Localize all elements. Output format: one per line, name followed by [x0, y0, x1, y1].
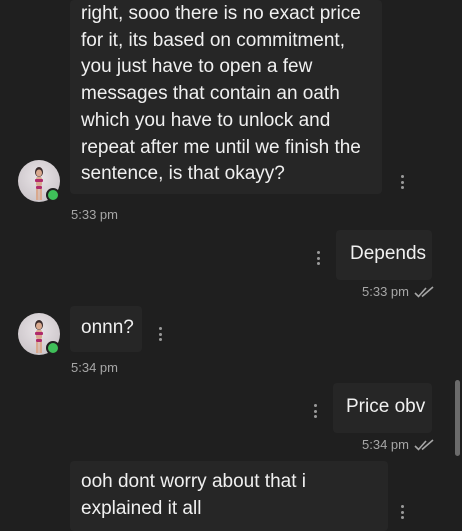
scrollbar[interactable] — [455, 380, 460, 456]
incoming-message-bubble[interactable]: right, sooo there is no exact price for … — [70, 0, 382, 194]
online-status-indicator — [46, 188, 60, 202]
message-options-icon[interactable] — [316, 251, 320, 265]
double-check-icon — [414, 438, 434, 451]
message-options-icon[interactable] — [158, 327, 162, 341]
message-options-icon[interactable] — [400, 175, 404, 189]
timestamp-text: 5:34 pm — [362, 437, 409, 452]
message-options-icon[interactable] — [400, 505, 404, 519]
online-status-indicator — [46, 341, 60, 355]
message-timestamp: 5:34 pm — [362, 437, 435, 452]
timestamp-text: 5:33 pm — [362, 284, 409, 299]
timestamp-text: 5:34 pm — [71, 360, 118, 375]
double-check-icon — [414, 285, 434, 298]
message-timestamp: 5:33 pm — [362, 284, 435, 299]
message-timestamp: 5:34 pm — [71, 360, 118, 375]
message-text: Depends — [350, 243, 427, 264]
message-timestamp: 5:33 pm — [71, 207, 118, 222]
timestamp-text: 5:33 pm — [71, 207, 118, 222]
message-options-icon[interactable] — [313, 404, 317, 418]
incoming-message-bubble[interactable]: onnn? — [70, 306, 142, 352]
incoming-message-bubble[interactable]: ooh dont worry about that i explained it… — [70, 461, 388, 531]
message-text: Price obv — [346, 396, 426, 417]
outgoing-message-bubble[interactable]: Depends — [336, 230, 432, 280]
message-text: right, sooo there is no exact price for … — [81, 3, 361, 185]
outgoing-message-bubble[interactable]: Price obv — [333, 383, 432, 433]
message-text: onnn? — [81, 317, 134, 338]
